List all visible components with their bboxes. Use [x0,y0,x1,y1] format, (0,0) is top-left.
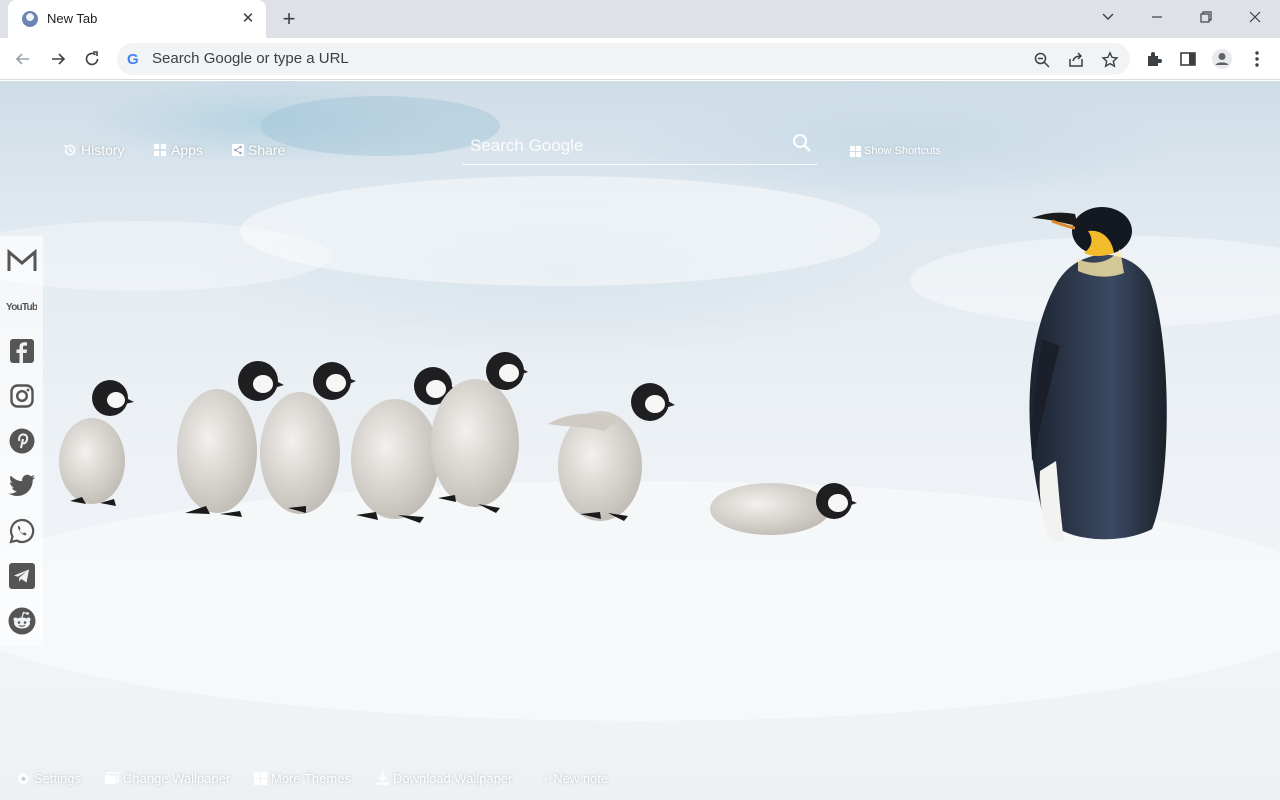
change-wallpaper-link[interactable]: Change Wallpaper [104,771,230,786]
settings-link[interactable]: Settings [17,771,81,786]
extensions-puzzle-icon[interactable] [1142,47,1166,71]
history-clock-icon [63,144,76,156]
google-search-input[interactable] [470,133,780,159]
pinterest-icon[interactable] [6,425,37,456]
history-link[interactable]: History [63,142,125,158]
tab-search-chevron-icon[interactable] [1094,6,1122,28]
show-shortcuts-label: Show Shortcuts [864,145,942,157]
shortcuts-grid-icon [850,145,861,157]
penguin-favicon-icon [22,11,38,27]
new-note-link[interactable]: + New note [542,771,608,786]
download-wallpaper-label: Download Wallpaper [393,771,513,786]
apps-label: Apps [171,142,203,158]
reload-button[interactable] [79,46,105,72]
more-themes-label: More Themes [271,771,351,786]
apps-link[interactable]: Apps [153,142,203,158]
zoom-out-icon[interactable] [1031,49,1053,71]
change-wallpaper-label: Change Wallpaper [123,771,231,786]
penguin-chick-1 [59,380,134,506]
side-panel-icon[interactable] [1176,47,1200,71]
omnibox[interactable]: G Search Google or type a URL [117,43,1130,75]
wallpaper-image-icon [104,772,119,784]
new-tab-button[interactable]: + [276,6,302,32]
tab-title: New Tab [47,11,98,26]
settings-gear-icon [17,772,30,785]
youtube-logo-text: YouTube [6,301,37,312]
search-icon[interactable] [792,133,814,155]
forward-button[interactable] [45,46,71,72]
reddit-icon[interactable] [6,605,37,636]
telegram-icon[interactable] [6,560,37,591]
youtube-icon[interactable]: YouTube [6,290,37,321]
social-sidebar: YouTube [0,236,43,646]
omnibox-placeholder: Search Google or type a URL [152,50,349,67]
history-label: History [81,142,125,158]
share-icon [232,144,244,156]
apps-grid-icon [154,144,166,156]
tab-new-tab[interactable]: New Tab ✕ [8,0,266,38]
back-button[interactable] [10,46,36,72]
download-icon [376,772,389,785]
download-wallpaper-link[interactable]: Download Wallpaper [376,771,512,786]
close-window-button[interactable] [1241,6,1269,28]
show-shortcuts-button[interactable]: Show Shortcuts [850,145,941,157]
close-tab-icon[interactable]: ✕ [238,9,258,29]
gmail-icon[interactable] [6,245,37,276]
restore-button[interactable] [1192,6,1220,28]
new-tab-page: History Apps Share Show Shortcuts YouTub… [0,81,1280,800]
share-label: Share [248,142,286,158]
tab-strip: New Tab ✕ + [0,0,1280,38]
new-note-label: + New note [542,771,609,786]
share-link[interactable]: Share [232,142,285,158]
kebab-menu-icon[interactable] [1245,47,1269,71]
profile-avatar-icon[interactable] [1210,47,1234,71]
more-themes-link[interactable]: More Themes [254,771,351,786]
penguins-wallpaper-image [0,96,1280,721]
share-page-icon[interactable] [1065,49,1087,71]
google-g-icon: G [127,51,139,68]
whatsapp-icon[interactable] [6,515,37,546]
facebook-icon[interactable] [6,335,37,366]
minimize-button[interactable] [1143,6,1171,28]
themes-grid-icon [254,772,267,785]
twitter-icon[interactable] [6,470,37,501]
browser-toolbar: G Search Google or type a URL [0,38,1280,80]
settings-label: Settings [34,771,81,786]
bookmark-star-icon[interactable] [1099,49,1121,71]
google-search-box [462,127,818,165]
instagram-icon[interactable] [6,380,37,411]
